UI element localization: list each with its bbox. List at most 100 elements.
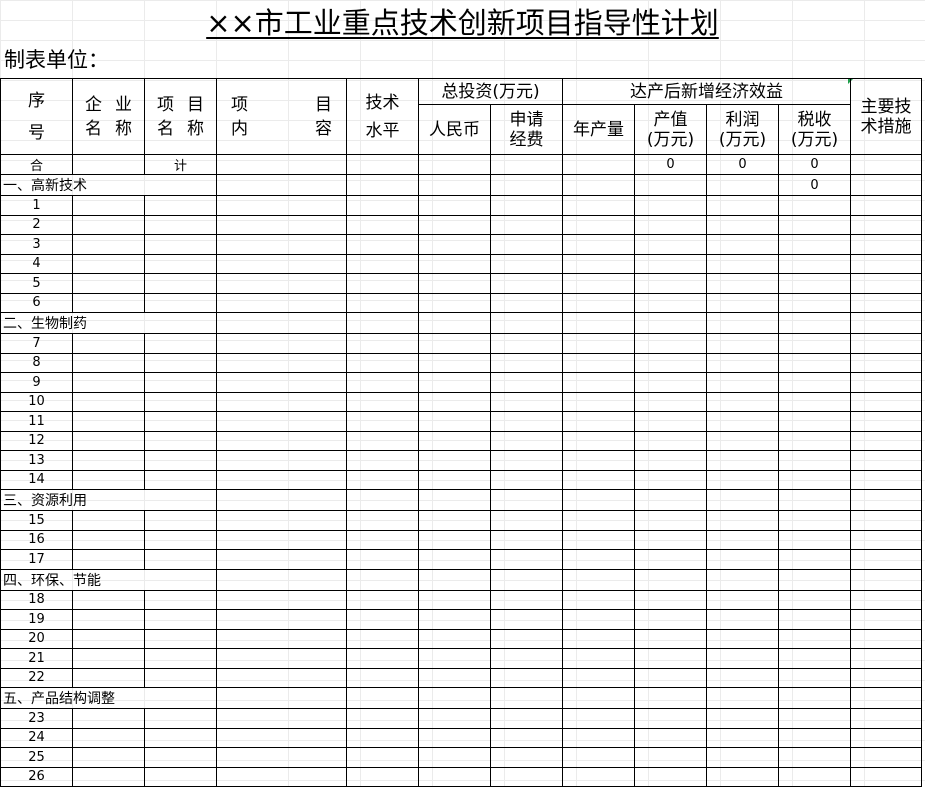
- cell[interactable]: [850, 549, 923, 570]
- cell[interactable]: [850, 667, 923, 688]
- cell[interactable]: [216, 609, 347, 630]
- cell[interactable]: [706, 411, 780, 432]
- total-output-value[interactable]: 0: [634, 154, 708, 175]
- cell[interactable]: [850, 333, 923, 354]
- cell[interactable]: [850, 195, 923, 216]
- cell[interactable]: [778, 352, 852, 373]
- cell[interactable]: [634, 510, 708, 531]
- cell[interactable]: [144, 667, 217, 688]
- cell[interactable]: [72, 372, 145, 393]
- cell[interactable]: [216, 648, 347, 669]
- cell[interactable]: [850, 766, 923, 787]
- cell[interactable]: [634, 708, 708, 729]
- cell[interactable]: [778, 411, 852, 432]
- cell[interactable]: [144, 529, 217, 550]
- cell[interactable]: [634, 687, 708, 709]
- cell[interactable]: [418, 312, 491, 334]
- cell[interactable]: [346, 214, 419, 235]
- cell[interactable]: [562, 174, 636, 196]
- cell[interactable]: [634, 214, 708, 235]
- cell[interactable]: [144, 589, 217, 610]
- cell[interactable]: [778, 253, 852, 274]
- cell[interactable]: [346, 253, 419, 274]
- cell[interactable]: [346, 234, 419, 255]
- cell[interactable]: [144, 687, 217, 709]
- cell[interactable]: [346, 154, 419, 175]
- cell[interactable]: [706, 253, 780, 274]
- cell[interactable]: [346, 687, 419, 709]
- cell[interactable]: [778, 766, 852, 787]
- cell[interactable]: [850, 372, 923, 393]
- cell[interactable]: [72, 391, 145, 412]
- cell[interactable]: [346, 273, 419, 294]
- cell[interactable]: [850, 273, 923, 294]
- cell[interactable]: [489, 568, 564, 591]
- cell[interactable]: [706, 589, 780, 610]
- cell[interactable]: [346, 292, 419, 313]
- cell[interactable]: [562, 667, 636, 688]
- cell[interactable]: [562, 391, 636, 412]
- cell[interactable]: [778, 708, 852, 729]
- cell[interactable]: [144, 391, 217, 412]
- cell[interactable]: [850, 687, 923, 709]
- cell[interactable]: [489, 628, 564, 649]
- cell[interactable]: [216, 450, 347, 471]
- cell[interactable]: [562, 510, 636, 531]
- cell[interactable]: [216, 687, 347, 709]
- cell[interactable]: [72, 549, 145, 570]
- cell[interactable]: [144, 312, 217, 334]
- cell[interactable]: [706, 273, 780, 294]
- cell[interactable]: [778, 510, 852, 531]
- cell[interactable]: [489, 708, 564, 729]
- cell[interactable]: [144, 292, 217, 313]
- cell[interactable]: [346, 352, 419, 373]
- cell[interactable]: [346, 411, 419, 432]
- cell[interactable]: [144, 352, 217, 373]
- cell[interactable]: [562, 214, 636, 235]
- cell[interactable]: [489, 411, 564, 432]
- cell[interactable]: [850, 609, 923, 630]
- cell[interactable]: [144, 489, 217, 511]
- cell[interactable]: [850, 214, 923, 235]
- cell[interactable]: [144, 273, 217, 294]
- cell[interactable]: [634, 667, 708, 688]
- cell[interactable]: [216, 372, 347, 393]
- cell[interactable]: [418, 333, 491, 354]
- cell[interactable]: [346, 372, 419, 393]
- cell[interactable]: [216, 234, 347, 255]
- cell[interactable]: [562, 273, 636, 294]
- cell[interactable]: [562, 430, 636, 451]
- cell[interactable]: [216, 589, 347, 610]
- cell[interactable]: [562, 708, 636, 729]
- cell[interactable]: [72, 195, 145, 216]
- cell[interactable]: [216, 292, 347, 313]
- cell[interactable]: [144, 469, 217, 490]
- cell[interactable]: [418, 450, 491, 471]
- cell[interactable]: [418, 411, 491, 432]
- cell[interactable]: [562, 450, 636, 471]
- cell[interactable]: [706, 450, 780, 471]
- cell[interactable]: [418, 747, 491, 768]
- cell[interactable]: [562, 529, 636, 550]
- cell[interactable]: [562, 411, 636, 432]
- cell[interactable]: [634, 253, 708, 274]
- cell[interactable]: [634, 391, 708, 412]
- cell[interactable]: [562, 195, 636, 216]
- cell[interactable]: [706, 628, 780, 649]
- cell[interactable]: [418, 648, 491, 669]
- cell[interactable]: [346, 667, 419, 688]
- cell[interactable]: [778, 469, 852, 490]
- cell[interactable]: [346, 727, 419, 748]
- cell[interactable]: [562, 469, 636, 490]
- cell[interactable]: [489, 648, 564, 669]
- cell[interactable]: [850, 450, 923, 471]
- cell[interactable]: [778, 667, 852, 688]
- cell[interactable]: [778, 195, 852, 216]
- cell[interactable]: [72, 609, 145, 630]
- cell[interactable]: [850, 174, 923, 196]
- cell[interactable]: [216, 568, 347, 591]
- cell[interactable]: [216, 469, 347, 490]
- cell[interactable]: [778, 214, 852, 235]
- cell[interactable]: [72, 214, 145, 235]
- cell[interactable]: [418, 195, 491, 216]
